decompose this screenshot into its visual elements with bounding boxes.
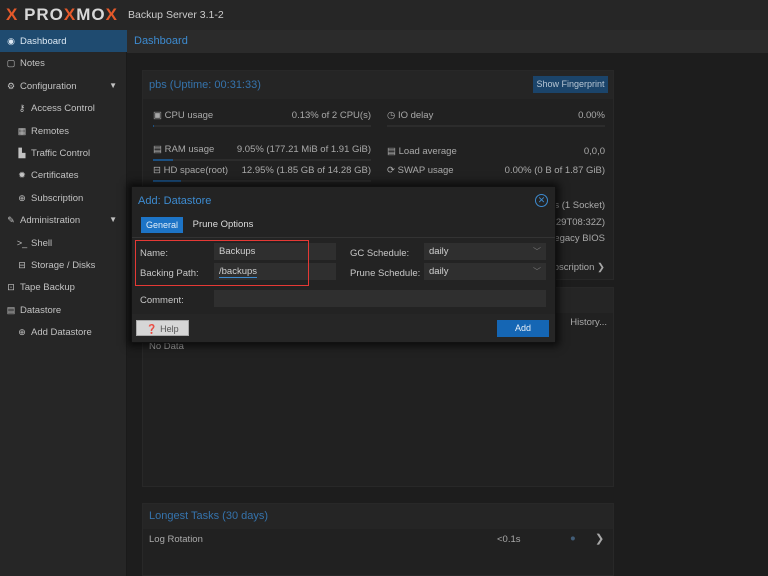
server-icon: ▦ [17, 125, 27, 136]
page-title: Dashboard [127, 30, 768, 53]
database-icon: ▤ [6, 304, 16, 315]
sidebar-item-add-datastore[interactable]: ⊕ Add Datastore [0, 321, 127, 343]
terminal-icon: >_ [16, 237, 28, 248]
sidebar-item-label: Tape Backup [20, 282, 75, 294]
tab-general[interactable]: General [141, 217, 183, 233]
sidebar-item-traffic-control[interactable]: ▙ Traffic Control [0, 142, 127, 164]
sidebar-item-label: Add Datastore [31, 327, 92, 339]
dashboard-icon: ◉ [7, 36, 15, 46]
sidebar-item-label: Storage / Disks [31, 260, 96, 271]
top-header: X PROXMOX Backup Server 3.1-2 [0, 0, 768, 30]
caret-down-icon: ▼ [109, 80, 117, 90]
sidebar-item-remotes[interactable]: ▦ Remotes [0, 120, 127, 142]
sidebar-item-shell[interactable]: >_ Shell [0, 232, 127, 254]
product-version: Backup Server 3.1-2 [128, 9, 224, 21]
sidebar-item-tape-backup[interactable]: ⊡ Tape Backup [0, 276, 127, 298]
help-icon: ❓ [146, 324, 161, 334]
sidebar-item-subscription[interactable]: ⊕ Subscription [0, 187, 127, 209]
sidebar-item-notes[interactable]: ▢ Notes [0, 52, 127, 74]
divider [132, 237, 555, 238]
prune-schedule-label: Prune Schedule: [350, 268, 421, 279]
help-button[interactable]: ❓ Help [136, 320, 189, 336]
wrench-icon: ✎ [7, 215, 15, 226]
dialog-footer [132, 314, 555, 342]
sidebar-item-label: Access Control [31, 103, 95, 115]
sidebar-item-label: Configuration [20, 80, 77, 92]
certificate-icon: ✹ [18, 170, 26, 181]
sidebar-item-label: Traffic Control [31, 148, 91, 159]
notes-icon: ▢ [6, 58, 16, 69]
sidebar-item-label: Notes [20, 58, 45, 70]
sidebar-item-access-control[interactable]: ⚷ Access Control [0, 97, 127, 119]
highlight-box [135, 240, 309, 286]
sidebar-item-label: Shell [31, 237, 53, 249]
gc-schedule-select[interactable]: daily ﹀ [424, 243, 546, 260]
sidebar-item-label: Certificates [31, 170, 79, 182]
sidebar-item-dashboard[interactable]: ◉ Dashboard [0, 30, 127, 52]
sidebar-item-certificates[interactable]: ✹ Certificates [0, 164, 127, 186]
add-button[interactable]: Add [497, 320, 549, 337]
chart-icon: ▙ [18, 148, 26, 158]
sidebar-item-configuration[interactable]: ⚙ Configuration ▼ [0, 75, 127, 97]
proxmox-logo: X PROXMOX [6, 5, 118, 24]
dialog-title: Add: Datastore [138, 195, 212, 207]
support-icon: ⊕ [18, 192, 26, 203]
sidebar-item-datastore[interactable]: ▤ Datastore [0, 299, 127, 321]
tape-icon: ⊡ [7, 282, 15, 293]
sidebar: ◉ Dashboard ▢ Notes ⚙ Configuration ▼ ⚷ Access C… [0, 30, 127, 576]
sidebar-item-label: Remotes [31, 125, 70, 137]
sidebar-item-label: Administration [20, 215, 81, 227]
key-icon: ⚷ [18, 103, 26, 114]
sidebar-item-label: Datastore [20, 304, 62, 316]
plus-circle-icon: ⊕ [18, 327, 26, 338]
chevron-down-icon: ﹀ [533, 247, 541, 256]
gears-icon: ⚙ [6, 80, 16, 91]
caret-down-icon: ▼ [109, 215, 117, 225]
close-icon[interactable]: ✕ [535, 194, 548, 207]
comment-label: Comment: [140, 295, 184, 306]
sidebar-item-storage-disks[interactable]: ⊟ Storage / Disks [0, 254, 127, 276]
prune-schedule-select[interactable]: daily ﹀ [424, 263, 546, 280]
tab-prune-options[interactable]: Prune Options [190, 217, 256, 233]
gc-schedule-label: GC Schedule: [350, 248, 410, 259]
comment-input[interactable] [214, 290, 546, 307]
add-datastore-dialog: Add: Datastore ✕ General Prune Options N… [131, 186, 556, 343]
chevron-down-icon: ﹀ [533, 267, 541, 276]
sidebar-item-label: Subscription [31, 192, 84, 204]
sidebar-item-administration[interactable]: ✎ Administration ▼ [0, 209, 127, 231]
sidebar-item-label: Dashboard [20, 36, 67, 47]
hdd-icon: ⊟ [18, 260, 26, 270]
